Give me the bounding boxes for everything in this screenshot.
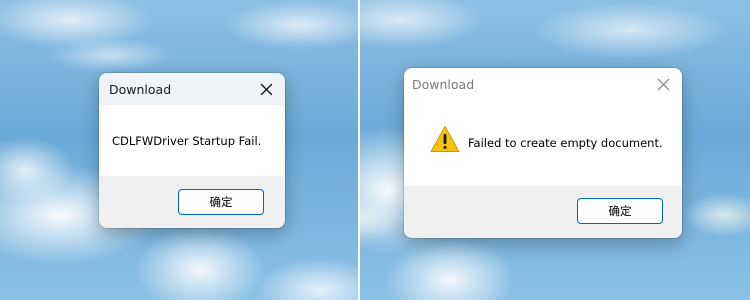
button-area: 确定: [404, 186, 682, 238]
dialog-title: Download: [109, 81, 172, 97]
close-button[interactable]: [253, 76, 279, 102]
ok-button[interactable]: 确定: [577, 198, 663, 224]
message-area: Failed to create empty document.: [404, 100, 682, 186]
error-message: Failed to create empty document.: [468, 136, 663, 150]
desktop-background-left: Download CDLFWDriver Startup Fail. 确定: [0, 0, 358, 300]
message-area: CDLFWDriver Startup Fail.: [99, 105, 285, 176]
dialog-title: Download: [412, 76, 475, 92]
title-bar[interactable]: Download: [99, 73, 285, 105]
ok-button[interactable]: 确定: [178, 189, 264, 215]
button-area: 确定: [99, 176, 285, 228]
warning-icon: [430, 126, 460, 152]
title-bar[interactable]: Download: [404, 68, 682, 100]
download-dialog-left: Download CDLFWDriver Startup Fail. 确定: [99, 73, 285, 228]
close-icon: [657, 78, 669, 90]
close-icon: [260, 83, 272, 95]
desktop-background-right: Download Failed to create empty document…: [360, 0, 750, 300]
download-dialog-right: Download Failed to create empty document…: [404, 68, 682, 238]
close-button[interactable]: [650, 71, 676, 97]
error-message: CDLFWDriver Startup Fail.: [112, 134, 262, 148]
